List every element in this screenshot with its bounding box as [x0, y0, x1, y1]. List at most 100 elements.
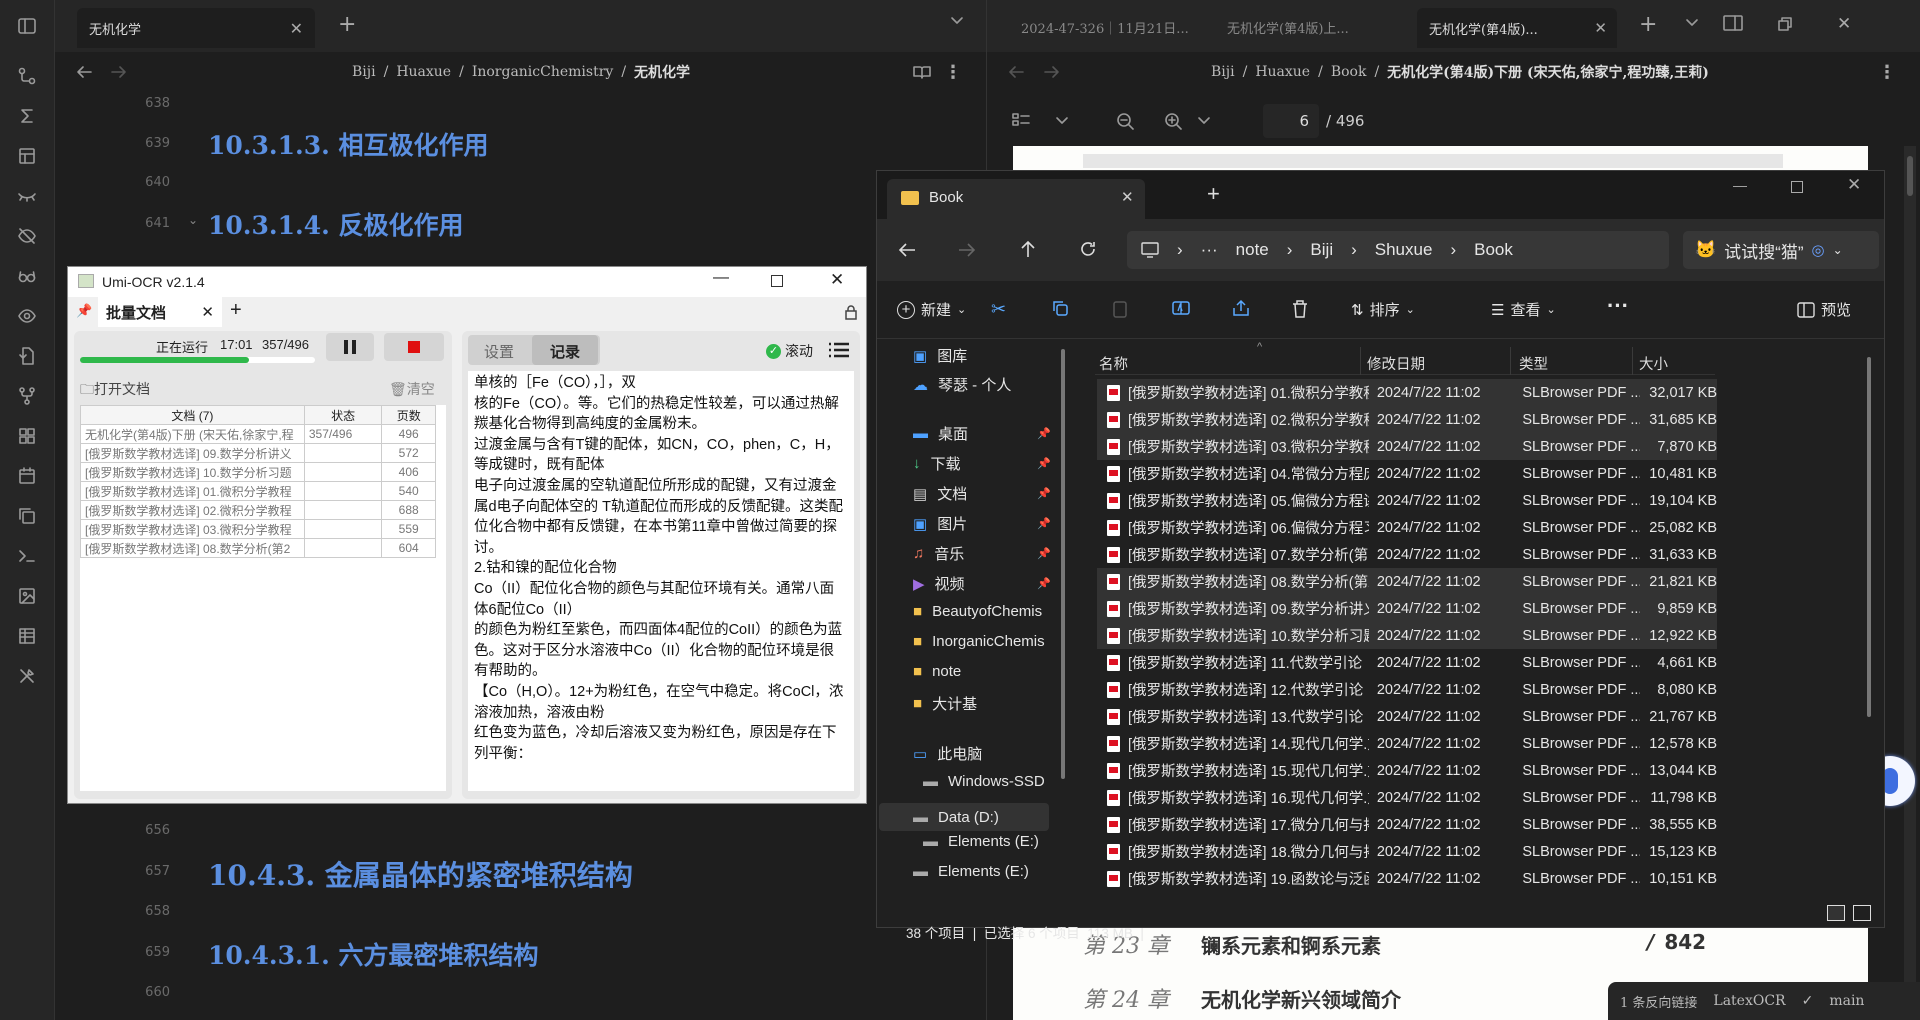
table-row[interactable]: [俄罗斯数学教材选译] 08.数学分析(第2 604	[80, 538, 436, 558]
crumb-item[interactable]: Book	[1331, 64, 1367, 80]
split-view-icon[interactable]	[1722, 14, 1744, 32]
col-status[interactable]: 状态	[303, 405, 383, 425]
close-icon[interactable]: ✕	[1121, 188, 1134, 206]
paste-icon[interactable]	[1111, 299, 1129, 319]
lock-icon[interactable]	[844, 304, 858, 320]
sigma-icon[interactable]	[13, 102, 41, 130]
pdf-tab[interactable]: 2024-47-326｜11月21日...	[1021, 18, 1211, 37]
file-row[interactable]: [俄罗斯数学教材选译] 02.微积分学教程... 2024/7/22 11:02 S…	[1097, 406, 1717, 433]
search-box[interactable]: 🐱 试试搜“猫” ◎ ⌄	[1683, 231, 1879, 269]
crumb-item[interactable]: Biji	[1211, 64, 1235, 80]
nav-item-this-pc[interactable]: ▭ 此电脑	[913, 743, 982, 764]
add-tab-icon[interactable]: +	[230, 299, 242, 322]
path-segment[interactable]: Biji	[1310, 240, 1333, 260]
nav-item-pictures[interactable]: ▣ 图片	[913, 513, 967, 534]
scroll-toggle[interactable]: ✓ 滚动	[766, 341, 813, 361]
address-bar[interactable]: › ··· note › Biji › Shuxue › Book	[1127, 231, 1669, 269]
file-row[interactable]: [俄罗斯数学教材选译] 03.微积分学教程... 2024/7/22 11:02 S…	[1097, 433, 1717, 460]
eye-off-icon[interactable]	[13, 222, 41, 250]
backlinks-count[interactable]: 1 条反向链接	[1620, 992, 1697, 1011]
close-icon[interactable]: ✕	[830, 270, 844, 290]
sidebar-toggle-icon[interactable]	[13, 12, 41, 40]
maximize-icon[interactable]	[1791, 181, 1803, 193]
pdf-tab-active[interactable]: 无机化学(第4版)... ✕	[1417, 8, 1617, 48]
nav-item-drive[interactable]: ▬ Elements (E:)	[913, 863, 1029, 880]
nav-item-drive[interactable]: ▬ Elements (E:)	[923, 833, 1039, 850]
path-segment[interactable]: Book	[1474, 240, 1513, 260]
tiles-view-icon[interactable]	[1853, 905, 1871, 921]
minimize-icon[interactable]: —	[713, 269, 729, 287]
page-number-input[interactable]: 6	[1263, 104, 1319, 138]
nav-item-folder[interactable]: ■ 大计基	[913, 693, 977, 714]
pdf-scrollbar[interactable]	[1904, 146, 1916, 1020]
close-window-icon[interactable]: ✕	[1837, 14, 1851, 34]
file-row[interactable]: [俄罗斯数学教材选译] 01.微积分学教程... 2024/7/22 11:02 S…	[1097, 379, 1717, 406]
latexocr-status[interactable]: LatexOCR	[1713, 993, 1785, 1009]
explorer-tab[interactable]: Book ✕	[887, 179, 1145, 219]
pdf-tab[interactable]: 无机化学(第4版)上...	[1227, 18, 1407, 37]
col-name[interactable]: 名称	[1099, 353, 1128, 374]
copy-icon[interactable]	[1051, 299, 1069, 317]
cut-icon[interactable]: ✂	[991, 299, 1006, 320]
calendar-icon[interactable]	[13, 462, 41, 490]
col-doc[interactable]: 文档 (7)	[80, 405, 305, 425]
file-row[interactable]: [俄罗斯数学教材选译] 14.现代几何学.方... 2024/7/22 11:02…	[1097, 730, 1717, 757]
nav-item-music[interactable]: ♫ 音乐	[913, 543, 964, 564]
tab-log[interactable]: 记录	[532, 335, 598, 365]
file-row[interactable]: [俄罗斯数学教材选译] 09.数学分析讲义 ... 2024/7/22 11:02…	[1097, 595, 1717, 622]
table-icon[interactable]	[13, 142, 41, 170]
chevron-down-icon[interactable]	[950, 16, 964, 26]
file-row[interactable]: [俄罗斯数学教材选译] 18.微分几何与拓... 2024/7/22 11:02 S…	[1097, 838, 1717, 865]
close-icon[interactable]: ✕	[201, 303, 214, 321]
refresh-icon[interactable]	[1079, 240, 1097, 258]
new-tab-icon[interactable]: +	[338, 12, 356, 37]
col-pages[interactable]: 页数	[381, 405, 436, 425]
file-row[interactable]: [俄罗斯数学教材选译] 07.数学分析(第1... 2024/7/22 11:02…	[1097, 541, 1717, 568]
open-doc-button[interactable]: 🗀打开文档	[80, 379, 150, 403]
nav-item-folder[interactable]: ■ note	[913, 663, 961, 680]
file-row[interactable]: [俄罗斯数学教材选译] 13.代数学引论（... 2024/7/22 11:02 S…	[1097, 703, 1717, 730]
grid-icon[interactable]	[13, 422, 41, 450]
nav-item-desktop[interactable]: ▬ 桌面	[913, 423, 968, 444]
nav-item-videos[interactable]: ▶ 视频	[913, 573, 965, 594]
crumb-item[interactable]: 无机化学(第4版)下册 (宋天佑,徐家宁,程功臻,王莉)	[1387, 62, 1709, 82]
eye-closed-icon[interactable]	[13, 182, 41, 210]
col-size[interactable]: 大小	[1632, 347, 1674, 375]
crumb-item[interactable]: 无机化学	[634, 62, 690, 82]
path-segment[interactable]: Shuxue	[1375, 240, 1433, 260]
pause-button[interactable]	[326, 333, 374, 361]
table-row[interactable]: [俄罗斯数学教材选译] 09.数学分析讲义 572	[80, 443, 436, 463]
file-row[interactable]: [俄罗斯数学教材选译] 15.现代几何学.方... 2024/7/22 11:02…	[1097, 757, 1717, 784]
ellipsis-icon[interactable]: ···	[1201, 240, 1218, 260]
tools-icon[interactable]	[13, 662, 41, 690]
preview-button[interactable]: 预览	[1797, 299, 1851, 320]
graph-icon[interactable]	[13, 62, 41, 90]
nav-item-gallery[interactable]: ▣ 图库	[913, 345, 967, 366]
chevron-down-icon[interactable]	[1197, 116, 1211, 126]
more-options-icon[interactable]: ⋮	[944, 62, 962, 83]
file-row[interactable]: [俄罗斯数学教材选译] 16.现代几何学.方... 2024/7/22 11:02…	[1097, 784, 1717, 811]
more-options-icon[interactable]: ···	[1607, 293, 1629, 319]
back-arrow-icon[interactable]	[75, 64, 93, 80]
file-row[interactable]: [俄罗斯数学教材选译] 17.微分几何与拓... 2024/7/22 11:02 S…	[1097, 811, 1717, 838]
file-list-scrollbar[interactable]	[1867, 357, 1871, 717]
stop-button[interactable]	[384, 333, 444, 361]
table-row[interactable]: [俄罗斯数学教材选译] 03.微积分学教程 559	[80, 519, 436, 539]
file-row[interactable]: [俄罗斯数学教材选译] 19.函数论与泛函... 2024/7/22 11:02 S…	[1097, 865, 1717, 892]
nav-item-folder[interactable]: ■ InorganicChemis	[913, 633, 1045, 650]
crumb-item[interactable]: InorganicChemistry	[472, 64, 614, 80]
close-icon[interactable]: ✕	[1594, 19, 1607, 37]
umi-tab-batch-doc[interactable]: 批量文档 ✕	[98, 297, 222, 327]
tab-settings[interactable]: 设置	[468, 335, 530, 365]
delete-icon[interactable]	[1291, 299, 1309, 319]
copy-icon[interactable]	[13, 502, 41, 530]
file-row[interactable]: [俄罗斯数学教材选译] 10.数学分析习题... 2024/7/22 11:02 S…	[1097, 622, 1717, 649]
forward-arrow-icon[interactable]	[110, 64, 128, 80]
crumb-item[interactable]: Biji	[352, 64, 376, 80]
file-row[interactable]: [俄罗斯数学教材选译] 04.常微分方程庞... 2024/7/22 11:02 S…	[1097, 460, 1717, 487]
forward-arrow-icon[interactable]	[957, 241, 977, 259]
pin-icon[interactable]: 📌	[76, 303, 92, 319]
file-row[interactable]: [俄罗斯数学教材选译] 11.代数学引论（... 2024/7/22 11:02 S…	[1097, 649, 1717, 676]
nav-item-drive-selected[interactable]: ▬ Data (D:)	[879, 803, 1049, 831]
table-row[interactable]: [俄罗斯数学教材选译] 02.微积分学教程 688	[80, 500, 436, 520]
